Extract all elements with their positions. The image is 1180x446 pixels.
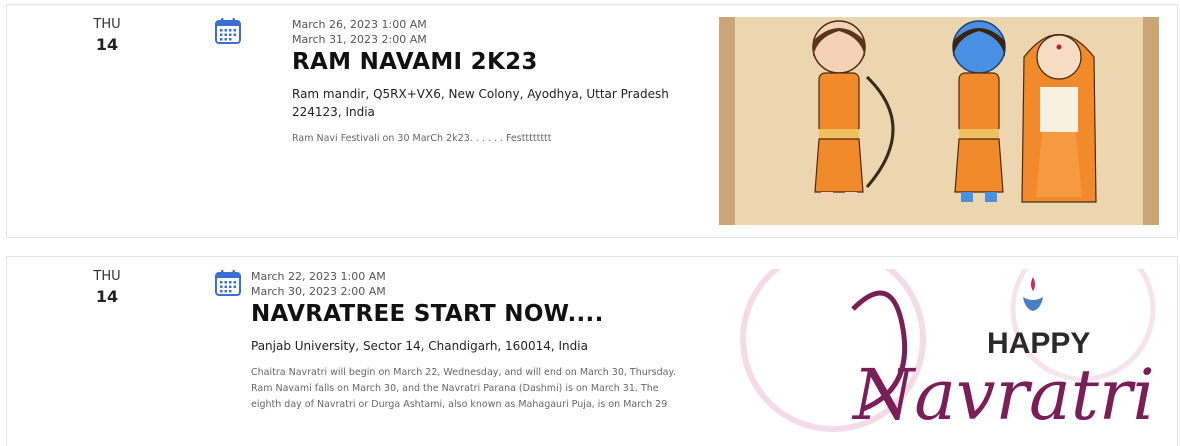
event-address: Panjab University, Sector 14, Chandigarh… [251,339,588,353]
event-end-date: March 30, 2023 2:00 AM [251,285,386,298]
event-day: 14 [95,287,119,306]
event-description: Ram Navi Festivali on 30 MarCh 2k23. . .… [292,133,552,144]
event-image[interactable]: HAPPY Navratri [703,269,1175,439]
event-end-date: March 31, 2023 2:00 AM [292,33,427,46]
event-title[interactable]: NAVRATREE START NOW.... [251,301,604,327]
event-day: 14 [95,35,119,54]
ram-sita-cartoon-illustration-icon [719,17,1159,225]
event-card[interactable]: THU 14 March 26, 2023 1:00 AM March 31, … [6,4,1178,238]
event-weekday: THU [93,17,121,32]
event-start-date: March 22, 2023 1:00 AM [251,270,386,283]
event-start-date: March 26, 2023 1:00 AM [292,18,427,31]
event-address: Ram mandir, Q5RX+VX6, New Colony, Ayodhy… [292,87,669,119]
navratri-text: Navratri [851,354,1155,436]
event-card[interactable]: THU 14 March 22, 2023 1:00 AM March 30, … [6,256,1178,446]
happy-navratri-graphic-icon: HAPPY Navratri [703,269,1175,439]
calendar-icon [215,18,241,44]
event-image[interactable] [719,17,1159,225]
event-weekday: THU [93,269,121,284]
event-title[interactable]: RAM NAVAMI 2K23 [292,49,538,75]
calendar-icon [215,270,241,296]
event-description: Chaitra Navratri will begin on March 22,… [251,367,676,410]
